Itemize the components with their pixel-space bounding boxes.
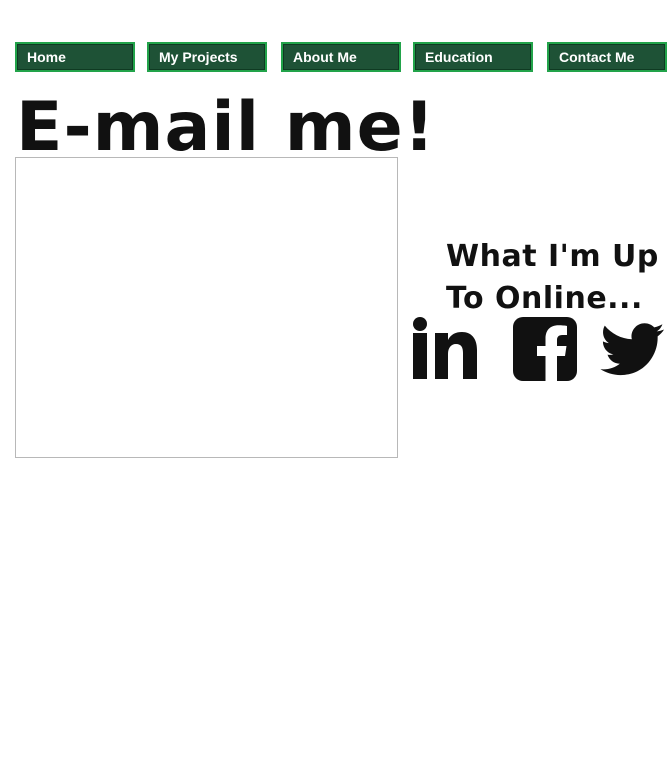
facebook-icon xyxy=(513,317,577,381)
linkedin-link[interactable] xyxy=(413,317,477,381)
twitter-link[interactable] xyxy=(600,317,666,381)
contact-form-frame[interactable] xyxy=(15,157,398,458)
linkedin-icon xyxy=(413,317,477,379)
nav-about-me-button[interactable]: About Me xyxy=(281,42,401,72)
facebook-link[interactable] xyxy=(513,317,577,381)
online-section-title: What I'm Up To Online... xyxy=(446,239,659,316)
nav-education-button[interactable]: Education xyxy=(413,42,533,72)
nav-contact-me-button[interactable]: Contact Me xyxy=(547,42,667,72)
nav-home-button[interactable]: Home xyxy=(15,42,135,72)
twitter-icon xyxy=(600,323,665,376)
nav-my-projects-button[interactable]: My Projects xyxy=(147,42,267,72)
